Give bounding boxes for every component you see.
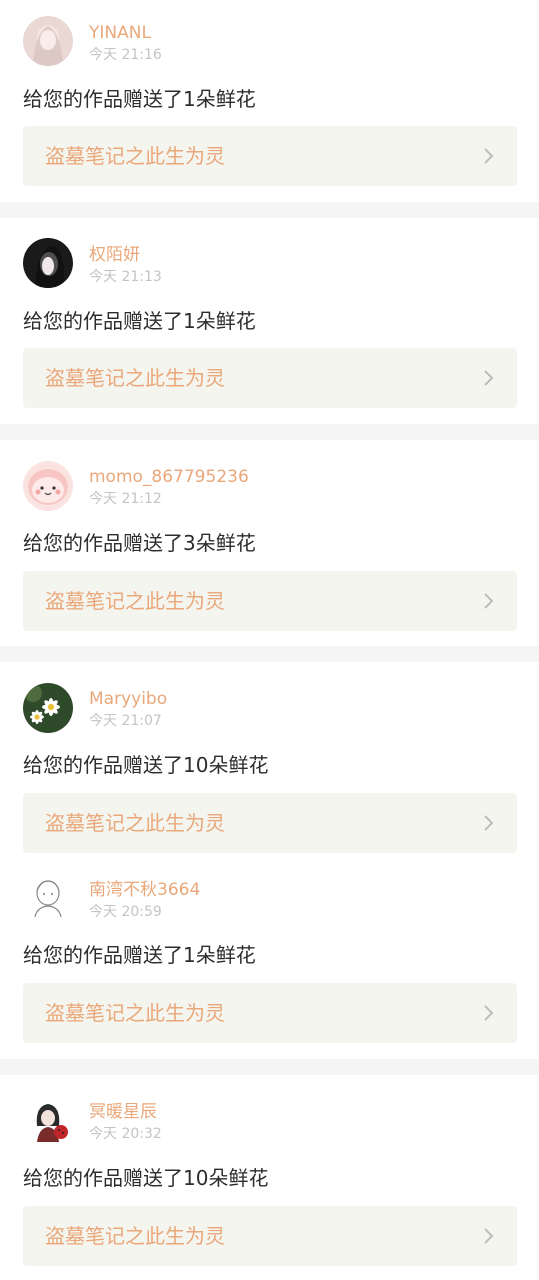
work-link[interactable]: 盗墓笔记之此生为灵 [23, 348, 517, 408]
work-link[interactable]: 盗墓笔记之此生为灵 [23, 126, 517, 186]
work-title: 盗墓笔记之此生为灵 [45, 1224, 225, 1248]
username[interactable]: Maryyibo [89, 689, 167, 709]
work-title: 盗墓笔记之此生为灵 [45, 366, 225, 390]
section-divider [0, 646, 539, 662]
section-divider [0, 202, 539, 218]
work-link[interactable]: 盗墓笔记之此生为灵 [23, 983, 517, 1043]
avatar[interactable] [23, 238, 73, 288]
timestamp: 今天 21:12 [89, 491, 162, 507]
gift-message: 给您的作品赠送了10朵鲜花 [23, 1166, 269, 1190]
gift-message: 给您的作品赠送了10朵鲜花 [23, 753, 269, 777]
avatar[interactable] [23, 683, 73, 733]
work-title: 盗墓笔记之此生为灵 [45, 589, 225, 613]
timestamp: 今天 21:07 [89, 713, 162, 729]
gift-message: 给您的作品赠送了3朵鲜花 [23, 531, 256, 555]
timestamp: 今天 21:13 [89, 269, 162, 285]
username[interactable]: 冥暖星辰 [89, 1102, 157, 1122]
chevron-right-icon [484, 1228, 494, 1244]
avatar[interactable] [23, 873, 73, 923]
username[interactable]: momo_867795236 [89, 467, 249, 487]
timestamp: 今天 20:32 [89, 1126, 162, 1142]
username[interactable]: 权陌妍 [89, 245, 140, 265]
section-divider [0, 1059, 539, 1075]
section-divider [0, 424, 539, 440]
avatar[interactable] [23, 461, 73, 511]
work-link[interactable]: 盗墓笔记之此生为灵 [23, 793, 517, 853]
username[interactable]: YINANL [89, 23, 151, 43]
work-link[interactable]: 盗墓笔记之此生为灵 [23, 571, 517, 631]
work-link[interactable]: 盗墓笔记之此生为灵 [23, 1206, 517, 1266]
username[interactable]: 南湾不秋3664 [89, 880, 200, 900]
work-title: 盗墓笔记之此生为灵 [45, 811, 225, 835]
timestamp: 今天 20:59 [89, 904, 162, 920]
chevron-right-icon [484, 593, 494, 609]
notification-feed: YINANL 今天 21:16 给您的作品赠送了1朵鲜花 盗墓笔记之此生为灵 权… [0, 0, 539, 1280]
gift-message: 给您的作品赠送了1朵鲜花 [23, 309, 256, 333]
gift-message: 给您的作品赠送了1朵鲜花 [23, 87, 256, 111]
chevron-right-icon [484, 815, 494, 831]
gift-message: 给您的作品赠送了1朵鲜花 [23, 943, 256, 967]
work-title: 盗墓笔记之此生为灵 [45, 1001, 225, 1025]
chevron-right-icon [484, 370, 494, 386]
timestamp: 今天 21:16 [89, 47, 162, 63]
chevron-right-icon [484, 148, 494, 164]
work-title: 盗墓笔记之此生为灵 [45, 144, 225, 168]
avatar[interactable] [23, 1096, 73, 1146]
avatar[interactable] [23, 16, 73, 66]
chevron-right-icon [484, 1005, 494, 1021]
